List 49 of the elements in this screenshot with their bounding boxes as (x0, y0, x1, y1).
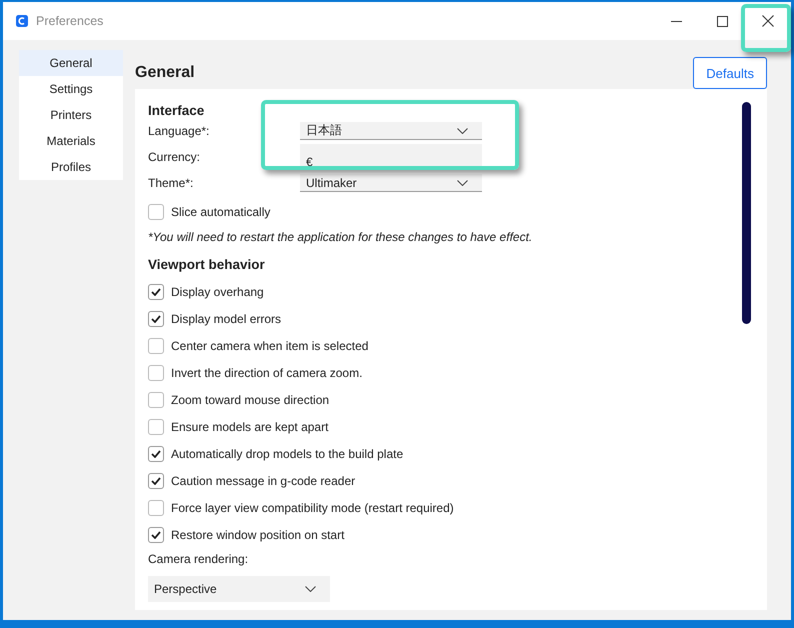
checkmark-icon (151, 476, 161, 484)
chevron-down-icon (305, 586, 316, 592)
checkbox[interactable] (148, 472, 164, 488)
checkmark-icon (151, 530, 161, 538)
checkbox-label: Automatically drop models to the build plate (171, 446, 404, 460)
checkmark-icon (151, 288, 161, 296)
checkbox-label: Zoom toward mouse direction (171, 392, 330, 406)
close-icon (762, 15, 774, 27)
checkbox[interactable] (148, 284, 164, 300)
dropdown[interactable]: 日本語 (300, 122, 482, 140)
checkbox[interactable] (148, 204, 164, 220)
checkmark-icon (151, 314, 161, 322)
scrollbar-thumb[interactable] (742, 102, 751, 324)
restart-note: *You will need to restart the application for these changes to have effect. (148, 230, 534, 244)
checkbox-label: Caution message in g-code reader (171, 474, 356, 488)
checkbox-label: Restore window position on start (171, 528, 344, 542)
checkbox[interactable] (148, 418, 164, 434)
highlight-frame (741, 4, 791, 52)
checkbox[interactable] (148, 500, 164, 516)
field-label: Currency: (148, 150, 202, 164)
chevron-down-icon (457, 180, 468, 186)
checkbox-label: Force layer view compatibility mode (restart required) (171, 500, 454, 514)
checkbox[interactable] (148, 446, 164, 462)
sidebar-item[interactable]: General (19, 50, 123, 76)
checkbox[interactable] (148, 526, 164, 542)
checkmark-icon (151, 450, 161, 458)
defaults-button[interactable]: Defaults (693, 57, 767, 89)
page-title: General (135, 64, 195, 82)
checkbox[interactable] (148, 392, 164, 408)
maximize-icon (716, 16, 728, 26)
section-heading: Viewport behavior (148, 257, 266, 272)
field-label: Theme*: (148, 176, 194, 190)
chevron-down-icon (457, 128, 468, 134)
app-logo-icon (16, 15, 28, 27)
dropdown[interactable]: Ultimaker (300, 174, 482, 192)
checkbox-label: Display overhang (171, 284, 264, 298)
dropdown[interactable]: Perspective (148, 576, 330, 602)
checkbox-label: Slice automatically (171, 205, 270, 219)
checkbox[interactable] (148, 364, 164, 380)
checkbox-label: Center camera when item is selected (171, 338, 368, 352)
field-label: Camera rendering: (148, 552, 250, 566)
field-label: Language*: (148, 124, 210, 138)
checkbox-label: Ensure models are kept apart (171, 420, 328, 434)
section-heading: Interface (148, 103, 206, 118)
checkbox[interactable] (148, 310, 164, 326)
checkbox-label: Invert the direction of camera zoom. (171, 366, 362, 380)
window-title: Preferences (36, 14, 104, 28)
checkbox-label: Display model errors (171, 312, 282, 326)
checkbox[interactable] (148, 338, 164, 354)
